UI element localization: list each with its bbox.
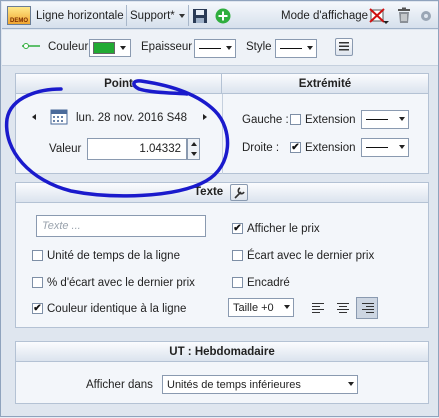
gap-last-price-checkbox[interactable] xyxy=(232,250,243,261)
crossed-visibility-icon xyxy=(369,7,389,24)
display-mode-dropdown[interactable]: Mode d'affichage xyxy=(281,5,368,26)
chevron-down-icon xyxy=(399,145,405,149)
style-dropdown[interactable] xyxy=(275,39,317,58)
right-extension-label: Extension xyxy=(305,142,356,154)
thickness-dropdown[interactable] xyxy=(194,39,236,58)
right-extension-checkbox[interactable]: ✔ xyxy=(290,142,301,153)
plus-circle-icon xyxy=(215,8,231,23)
chevron-down-icon xyxy=(226,46,232,50)
calendar-icon[interactable] xyxy=(50,108,68,125)
color-label: Couleur xyxy=(48,41,89,53)
display-in-value: Unités de temps inférieures xyxy=(167,378,301,391)
timeframe-header: UT : Hebdomadaire xyxy=(16,342,428,362)
wrench-icon xyxy=(234,187,245,199)
right-end-sample xyxy=(366,147,388,148)
gap-last-price-label: Écart avec le dernier prix xyxy=(247,250,375,262)
timeframe-panel: UT : Hebdomadaire Afficher dans Unités d… xyxy=(15,341,429,404)
style-row: Couleur Epaisseur Style xyxy=(2,30,438,66)
gear-icon xyxy=(421,10,431,21)
chevron-down-icon xyxy=(178,13,185,18)
framed-label: Encadré xyxy=(247,277,290,289)
spinner-up-icon[interactable] xyxy=(191,142,197,146)
style-label: Style xyxy=(246,41,272,53)
left-extension-checkbox[interactable] xyxy=(290,114,301,125)
left-end-style-dropdown[interactable] xyxy=(361,110,409,129)
next-date-button[interactable] xyxy=(203,114,207,120)
date-value[interactable]: lun. 28 nov. 2016 S48 xyxy=(76,112,187,124)
save-button[interactable] xyxy=(192,5,208,26)
style-sample xyxy=(280,48,302,49)
chevron-down-icon xyxy=(120,46,126,50)
right-end-style-dropdown[interactable] xyxy=(361,138,409,157)
chevron-down-icon xyxy=(348,382,354,386)
value-label: Valeur xyxy=(49,143,82,155)
left-label: Gauche : xyxy=(242,114,289,126)
thickness-sample xyxy=(199,48,221,49)
tool-name: Ligne horizontale xyxy=(36,9,124,22)
text-settings-button[interactable] xyxy=(230,184,248,201)
value-spinner[interactable] xyxy=(187,138,200,160)
chevron-down-icon xyxy=(307,46,313,50)
trash-icon xyxy=(398,7,410,23)
point-extremity-panel: Point Extrémité lun. 28 nov. 2016 S48 Va… xyxy=(15,73,429,174)
chevron-down-icon xyxy=(284,305,290,309)
save-icon xyxy=(193,8,207,23)
text-size-dropdown[interactable]: Taille +0 xyxy=(228,298,294,317)
delete-button[interactable] xyxy=(396,5,412,26)
hide-display-button[interactable] xyxy=(368,5,390,26)
chevron-down-icon xyxy=(399,117,405,121)
same-color-label: Couleur identique à la ligne xyxy=(47,303,187,315)
list-icon xyxy=(339,42,349,51)
align-center-button[interactable] xyxy=(332,297,354,319)
left-end-sample xyxy=(366,119,388,120)
color-picker[interactable] xyxy=(89,39,131,57)
text-size-value: Taille +0 xyxy=(233,301,274,314)
unit-time-checkbox[interactable] xyxy=(32,250,43,261)
thickness-label: Epaisseur xyxy=(141,41,193,53)
spinner-down-icon[interactable] xyxy=(191,152,197,156)
text-input[interactable]: Texte ... xyxy=(36,215,206,237)
left-extension-label: Extension xyxy=(305,114,356,126)
unit-time-label: Unité de temps de la ligne xyxy=(47,250,180,262)
align-left-button[interactable] xyxy=(308,297,330,319)
extremity-header: Extrémité xyxy=(222,74,428,94)
settings-button[interactable] xyxy=(419,5,433,26)
previous-date-button[interactable] xyxy=(32,114,36,120)
color-swatch xyxy=(93,42,115,54)
align-right-button[interactable] xyxy=(356,297,378,319)
value-input[interactable]: 1.04332 xyxy=(87,138,187,160)
same-color-checkbox[interactable]: ✔ xyxy=(32,303,43,314)
list-button[interactable] xyxy=(335,38,353,56)
horizontal-line-icon xyxy=(22,43,40,49)
text-input-placeholder: Texte ... xyxy=(42,220,81,232)
value-text: 1.04332 xyxy=(139,143,181,155)
show-price-label: Afficher le prix xyxy=(247,223,320,235)
framed-checkbox[interactable] xyxy=(232,277,243,288)
pct-gap-checkbox[interactable] xyxy=(32,277,43,288)
point-header: Point xyxy=(16,74,222,94)
add-button[interactable] xyxy=(215,5,231,26)
display-in-label: Afficher dans xyxy=(86,379,153,391)
display-in-dropdown[interactable]: Unités de temps inférieures xyxy=(162,375,358,394)
pct-gap-label: % d'écart avec le dernier prix xyxy=(47,277,195,289)
text-panel: Texte Texte ... ✔ Afficher le prix Unité… xyxy=(15,182,429,328)
properties-window: DEMO Ligne horizontale Support* Mode d'a… xyxy=(0,0,439,417)
support-dropdown[interactable]: Support* xyxy=(130,5,185,26)
demo-badge: DEMO xyxy=(7,6,31,25)
right-label: Droite : xyxy=(242,142,280,154)
show-price-checkbox[interactable]: ✔ xyxy=(232,223,243,234)
toolbar: DEMO Ligne horizontale Support* Mode d'a… xyxy=(2,2,438,29)
text-header: Texte xyxy=(16,183,428,203)
